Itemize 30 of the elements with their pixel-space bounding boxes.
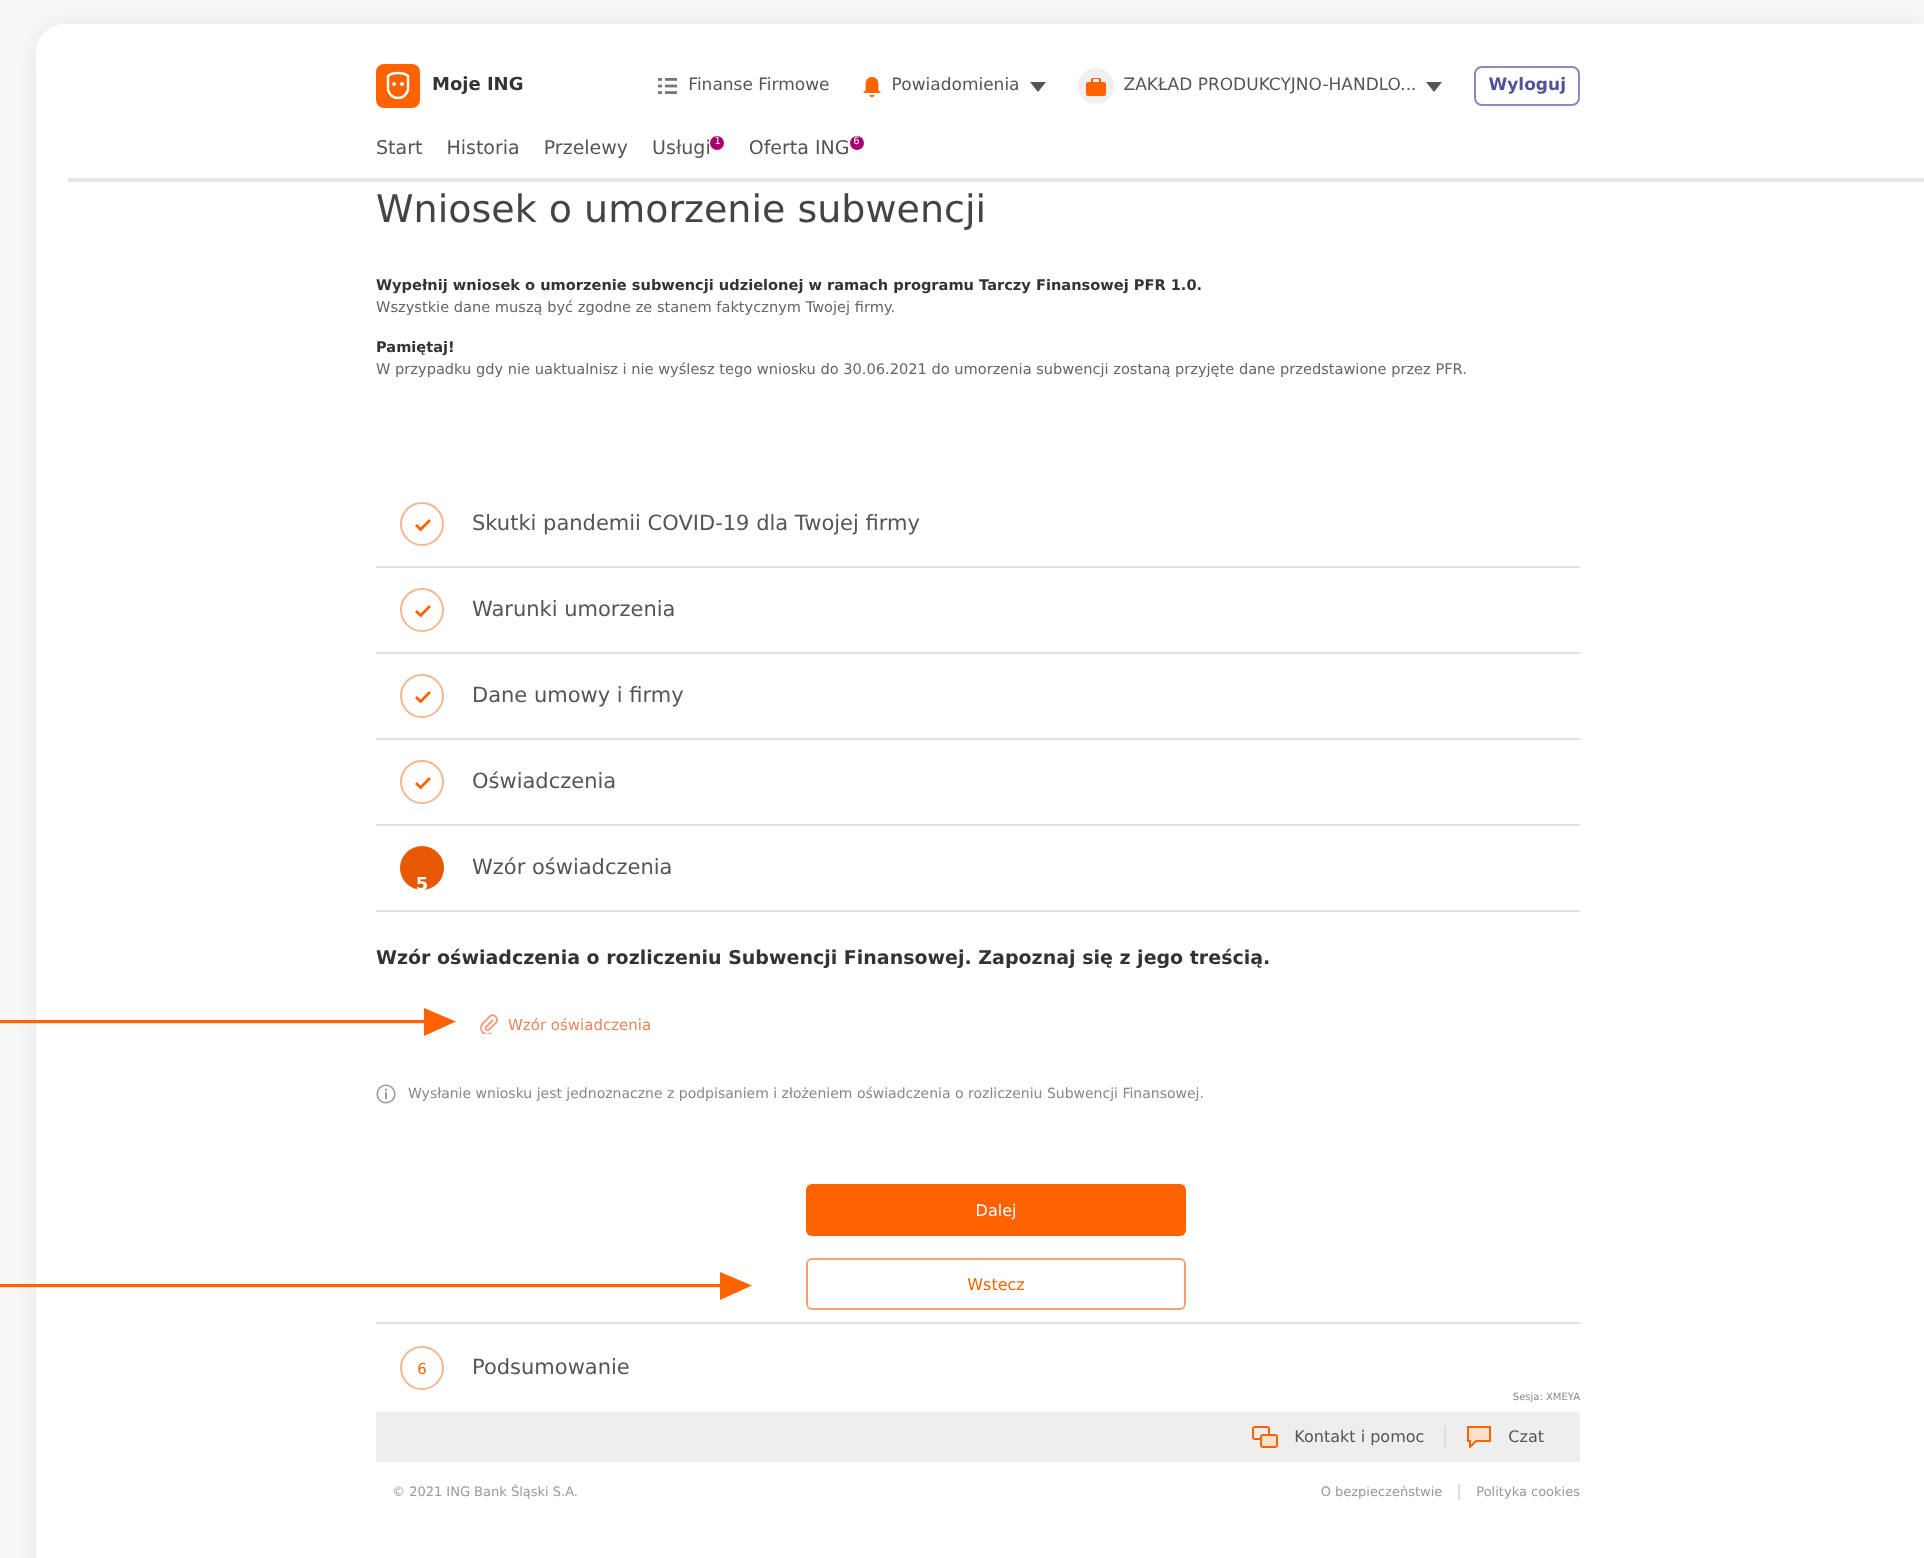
header-link[interactable]: Powiadomienia [891, 76, 1020, 96]
step-number: 5 [400, 846, 444, 890]
caret-icon[interactable] [1029, 81, 1046, 91]
nav-link[interactable]: Przelewy [543, 138, 629, 178]
caret-icon[interactable] [1426, 81, 1443, 91]
step-label: Podsumowanie [472, 1356, 630, 1380]
briefcase-icon [1077, 68, 1114, 104]
info-icon [376, 1084, 396, 1104]
nav-link[interactable]: Historia [446, 138, 520, 178]
step-label: Dane umowy i firmy [472, 684, 684, 708]
nav-link[interactable]: Usługi [652, 138, 711, 178]
step-label: Warunki umorzenia [472, 598, 676, 622]
step-label: Oświadczenia [472, 770, 617, 794]
page-title: Wniosek o umorzenie subwencji [376, 188, 989, 232]
nav-link[interactable]: Start [376, 138, 423, 178]
paperclip-icon [480, 1014, 498, 1034]
header-link[interactable]: Finanse Firmowe [688, 76, 830, 96]
footer-link[interactable]: Czat [1508, 1428, 1544, 1446]
step-label: Skutki pandemii COVID-19 dla Twojej firmy [472, 512, 920, 536]
phone-chat-icon [1252, 1426, 1279, 1448]
bell-icon [861, 75, 882, 97]
step-label: Wzór oświadczenia [472, 856, 673, 880]
nav-link[interactable]: Oferta ING [748, 138, 850, 178]
logout-button[interactable]: Wyloguj [1474, 66, 1580, 106]
logo-text: Moje ING [432, 76, 524, 96]
chat-icon [1466, 1426, 1493, 1448]
section-heading: Wzór oświadczenia o rozliczeniu Subwencji Finansowej. Zapoznaj się z jego treścią. [376, 948, 1273, 970]
footer-link[interactable]: Kontakt i pomoc [1294, 1428, 1425, 1446]
header-link[interactable]: ZAKŁAD PRODUKCYJNO-HANDLO... [1123, 76, 1417, 96]
list-icon [658, 76, 679, 96]
